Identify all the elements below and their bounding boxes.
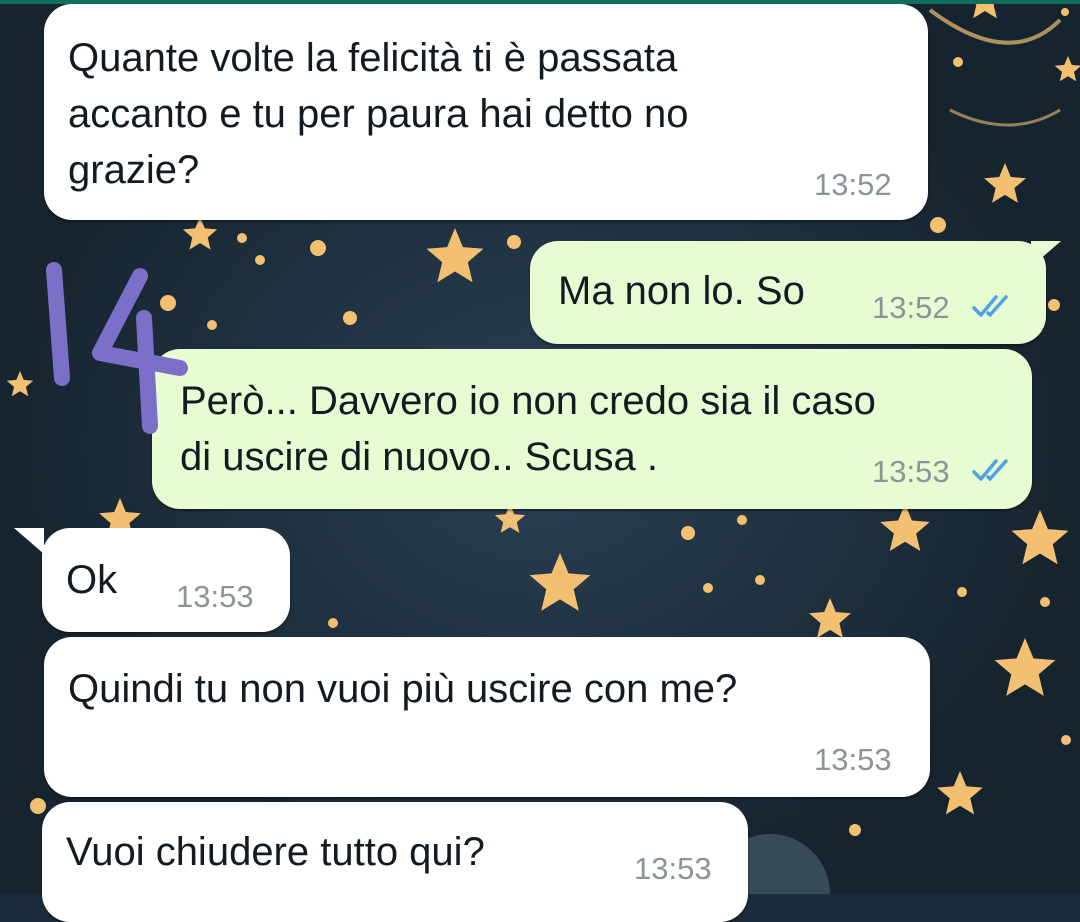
- wallpaper-dot: [30, 798, 46, 814]
- wallpaper-dot: [703, 583, 713, 593]
- message-time: 13:52: [872, 290, 950, 325]
- read-ticks-icon: [972, 295, 1008, 317]
- message-text: Quindi tu non vuoi più uscire con me?: [68, 667, 738, 711]
- wallpaper-dot: [849, 824, 861, 836]
- message-text: Vuoi chiudere tutto qui?: [66, 830, 485, 874]
- wallpaper-dot: [207, 320, 217, 330]
- message-bubble-outgoing[interactable]: Però... Davvero io non credo sia il caso…: [152, 349, 1032, 509]
- message-bubble-incoming[interactable]: Vuoi chiudere tutto qui? 13:53: [42, 802, 748, 922]
- message-text: Ma non lo. So: [558, 269, 805, 313]
- wallpaper-dot: [930, 217, 946, 233]
- wallpaper-dot: [1061, 8, 1069, 16]
- wallpaper-dot: [255, 255, 265, 265]
- message-bubble-incoming[interactable]: Quante volte la felicità ti è passata ac…: [44, 4, 928, 220]
- message-time: 13:53: [872, 454, 950, 489]
- message-text: Quante volte la felicità ti è passata ac…: [68, 36, 689, 192]
- wallpaper-dot: [737, 515, 747, 525]
- wallpaper-dot: [328, 618, 338, 628]
- message-time: 13:52: [814, 167, 892, 202]
- message-text: Ok: [66, 558, 118, 602]
- message-bubble-outgoing[interactable]: Ma non lo. So 13:52: [530, 241, 1046, 344]
- message-time: 13:53: [176, 579, 254, 614]
- wallpaper-dot: [1040, 597, 1050, 607]
- wallpaper-dot: [755, 575, 765, 585]
- read-ticks-icon: [972, 459, 1008, 481]
- wallpaper-dot: [953, 57, 963, 67]
- wallpaper-dot: [343, 311, 357, 325]
- wallpaper-dot: [1048, 299, 1060, 311]
- bubble-tail-incoming: [14, 528, 44, 554]
- wallpaper-dot: [1061, 735, 1071, 745]
- wallpaper-dot: [310, 240, 326, 256]
- message-bubble-incoming[interactable]: Quindi tu non vuoi più uscire con me? 13…: [44, 637, 930, 797]
- message-time: 13:53: [634, 851, 712, 886]
- wallpaper-dot: [957, 587, 967, 597]
- wallpaper-dot: [507, 235, 521, 249]
- message-time: 13:53: [814, 742, 892, 777]
- wallpaper-dot: [237, 233, 247, 243]
- wallpaper-dot: [160, 295, 176, 311]
- message-bubble-incoming[interactable]: Ok 13:53: [42, 528, 290, 632]
- wallpaper-dot: [681, 526, 695, 540]
